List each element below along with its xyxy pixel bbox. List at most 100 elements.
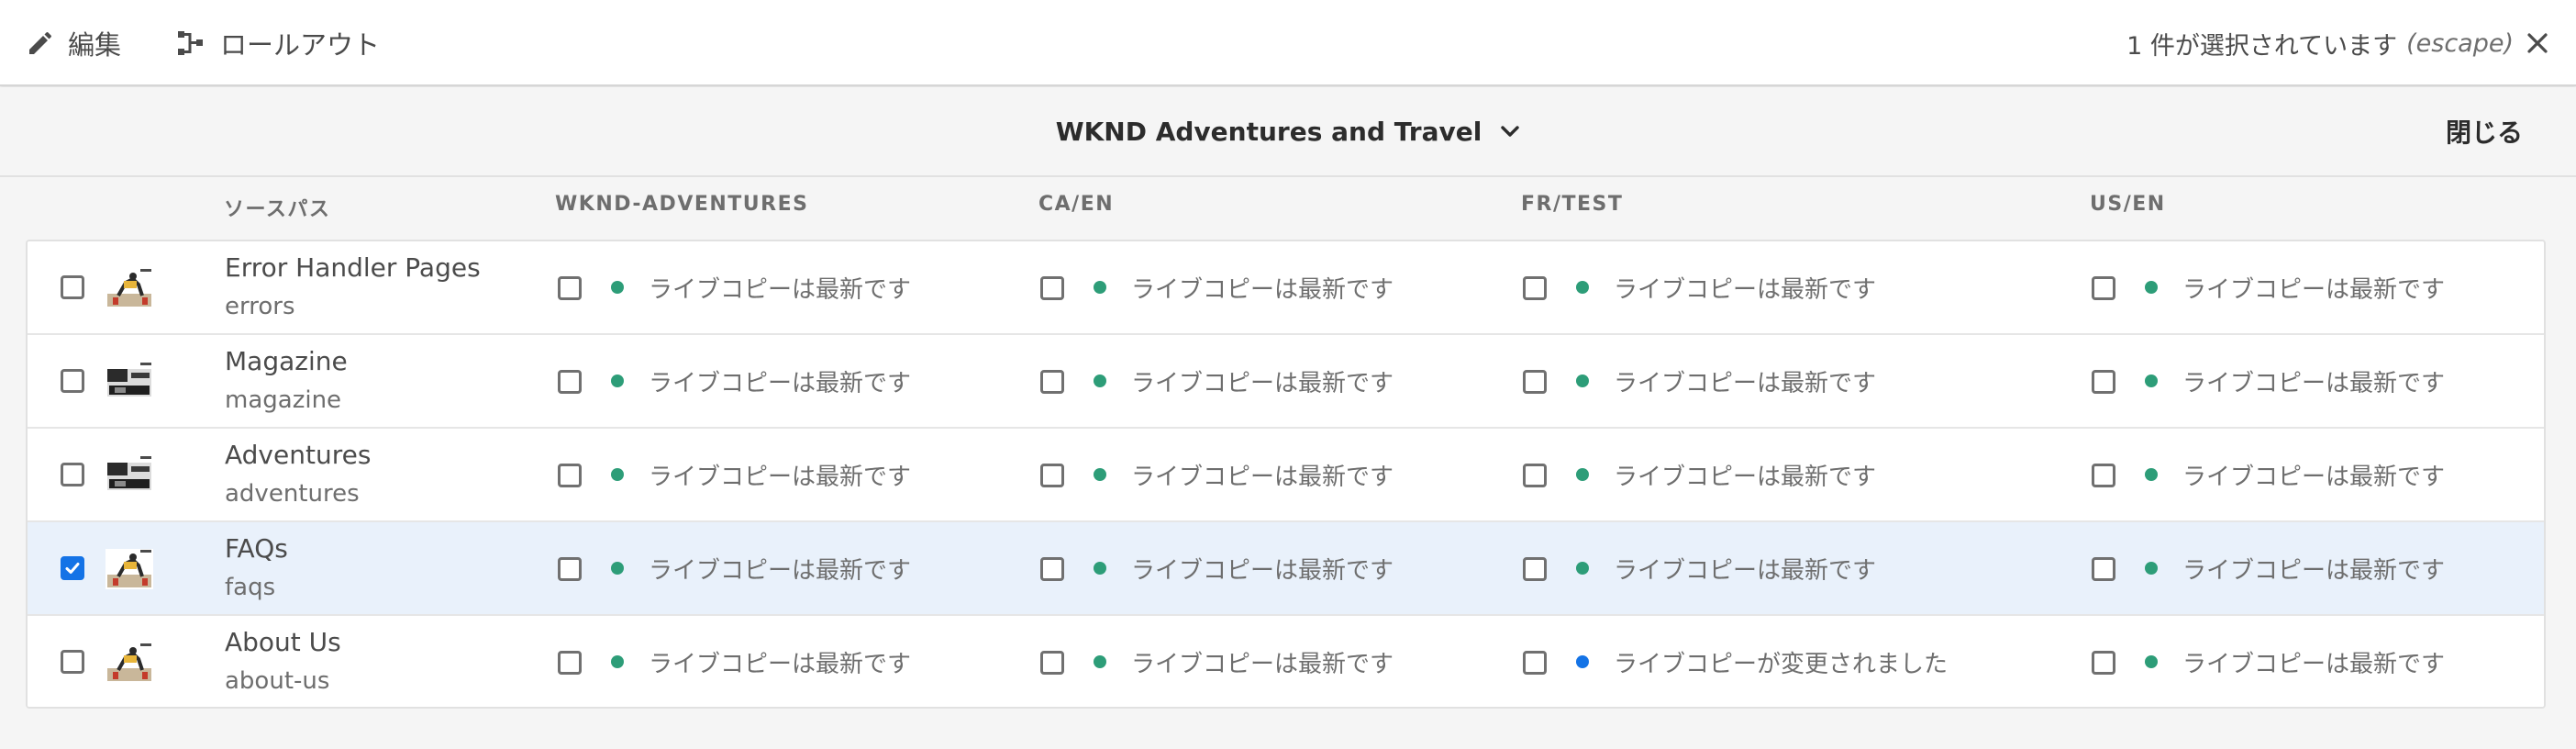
pencil-icon xyxy=(26,29,53,57)
livecopy-checkbox[interactable] xyxy=(558,370,582,394)
livecopy-checkbox[interactable] xyxy=(558,651,582,675)
status-ok-dot-icon xyxy=(1576,281,1589,294)
page-name: Adventures xyxy=(225,440,372,470)
close-button[interactable]: 閉じる xyxy=(2446,87,2523,175)
page-path: about-us xyxy=(225,667,330,695)
status-ok-dot-icon xyxy=(611,655,624,668)
livecopy-status-text: ライブコピーは最新です xyxy=(1614,556,1877,585)
livecopy-status-text: ライブコピーは最新です xyxy=(649,463,912,491)
chevron-down-icon xyxy=(1500,125,1520,138)
table-row[interactable]: Adventures adventures ライブコピーは最新です ライブコピーは最新… xyxy=(28,429,2544,522)
livecopy-status-text: ライブコピーは最新です xyxy=(2182,556,2446,585)
status-ok-dot-icon xyxy=(1094,655,1106,668)
livecopy-checkbox[interactable] xyxy=(1523,651,1547,675)
table-row[interactable]: Error Handler Pages errors ライブコピーは最新です ライブコ… xyxy=(28,241,2544,335)
status-ok-dot-icon xyxy=(1094,281,1106,294)
status-ok-dot-icon xyxy=(611,374,624,387)
livecopy-checkbox[interactable] xyxy=(1040,370,1064,394)
status-ok-dot-icon xyxy=(2145,562,2158,575)
edit-button[interactable]: 編集 xyxy=(26,0,121,86)
livecopy-checkbox[interactable] xyxy=(1523,276,1547,300)
status-ok-dot-icon xyxy=(2145,655,2158,668)
livecopy-checkbox[interactable] xyxy=(558,276,582,300)
livecopy-checkbox[interactable] xyxy=(2092,651,2115,675)
status-ok-dot-icon xyxy=(2145,468,2158,481)
clear-selection-icon[interactable] xyxy=(2526,32,2548,54)
livecopy-checkbox[interactable] xyxy=(2092,464,2115,487)
page-path: adventures xyxy=(225,480,360,508)
rollout-icon xyxy=(174,28,205,59)
blueprint-title-dropdown[interactable]: WKND Adventures and Travel xyxy=(1056,117,1521,147)
edit-label: 編集 xyxy=(68,29,122,61)
livecopy-status: ライブコピーは最新です xyxy=(611,429,911,520)
livecopy-status-text: ライブコピーは最新です xyxy=(1131,275,1394,304)
livecopy-status-text: ライブコピーが変更されました xyxy=(1614,650,1949,678)
row-select-checkbox[interactable] xyxy=(61,650,84,674)
page-path: errors xyxy=(225,293,295,320)
livecopy-checkbox[interactable] xyxy=(1523,557,1547,581)
livecopy-status: ライブコピーが変更されました xyxy=(1576,616,1949,707)
livecopy-checkbox[interactable] xyxy=(558,464,582,487)
rollout-button[interactable]: ロールアウト xyxy=(174,0,380,86)
livecopy-status: ライブコピーは最新です xyxy=(611,522,911,614)
row-select-checkbox[interactable] xyxy=(61,556,84,580)
status-ok-dot-icon xyxy=(611,562,624,575)
page-title: WKND Adventures and Travel xyxy=(1055,116,1482,147)
escape-hint: (escape) xyxy=(2406,28,2514,58)
livecopy-checkbox[interactable] xyxy=(1040,651,1064,675)
livecopy-status-text: ライブコピーは最新です xyxy=(1131,650,1394,678)
livecopy-status-text: ライブコピーは最新です xyxy=(649,369,912,397)
livecopy-checkbox[interactable] xyxy=(1523,370,1547,394)
magazine-thumbnail xyxy=(105,455,153,496)
livecopy-status-text: ライブコピーは最新です xyxy=(649,556,912,585)
livecopy-status-text: ライブコピーは最新です xyxy=(2182,275,2446,304)
status-ok-dot-icon xyxy=(611,468,624,481)
status-ok-dot-icon xyxy=(1576,374,1589,387)
livecopy-status: ライブコピーは最新です xyxy=(1576,429,1876,520)
livecopy-status-text: ライブコピーは最新です xyxy=(2182,463,2446,491)
livecopy-checkbox[interactable] xyxy=(1523,464,1547,487)
title-bar: WKND Adventures and Travel 閉じる xyxy=(0,87,2576,177)
selection-status: 1 件が選択されています (escape) xyxy=(2126,0,2548,86)
selection-count: 1 件が選択されています xyxy=(2126,31,2398,61)
livecopy-status-text: ライブコピーは最新です xyxy=(649,650,912,678)
livecopy-checkbox[interactable] xyxy=(2092,370,2115,394)
status-ok-dot-icon xyxy=(2145,281,2158,294)
livecopy-status: ライブコピーは最新です xyxy=(1094,522,1393,614)
livecopy-checkbox[interactable] xyxy=(558,557,582,581)
livecopy-status-text: ライブコピーは最新です xyxy=(1614,463,1877,491)
column-header-ca-en: CA/EN xyxy=(1038,193,1115,216)
column-header-wknd-adventures: WKND-ADVENTURES xyxy=(555,193,809,216)
row-select-checkbox[interactable] xyxy=(61,275,84,299)
status-ok-dot-icon xyxy=(1094,374,1106,387)
livecopy-checkbox[interactable] xyxy=(1040,276,1064,300)
livecopy-status-text: ライブコピーは最新です xyxy=(2182,369,2446,397)
livecopy-checkbox[interactable] xyxy=(1040,464,1064,487)
livecopy-status: ライブコピーは最新です xyxy=(1094,241,1393,333)
title-dropdown-wrap: WKND Adventures and Travel xyxy=(0,87,2576,175)
page-name: FAQs xyxy=(225,533,288,564)
livecopy-status: ライブコピーは最新です xyxy=(2145,241,2445,333)
livecopy-status-text: ライブコピーは最新です xyxy=(1614,369,1877,397)
table-row[interactable]: Magazine magazine ライブコピーは最新です ライブコピーは最新です ライ… xyxy=(28,335,2544,429)
livecopy-status: ライブコピーは最新です xyxy=(1576,241,1876,333)
cyclist-thumbnail xyxy=(105,643,153,683)
livecopy-status: ライブコピーは最新です xyxy=(611,241,911,333)
rollout-label: ロールアウト xyxy=(220,29,381,61)
table-row[interactable]: FAQs faqs ライブコピーは最新です ライブコピーは最新です ライブコピーは最新で… xyxy=(28,522,2544,616)
column-header-fr-test: FR/TEST xyxy=(1521,193,1624,216)
livecopy-table: Error Handler Pages errors ライブコピーは最新です ライブコ… xyxy=(26,240,2546,709)
table-row[interactable]: About Us about-us ライブコピーは最新です ライブコピーは最新です ライ… xyxy=(28,616,2544,707)
row-select-checkbox[interactable] xyxy=(61,369,84,393)
livecopy-checkbox[interactable] xyxy=(1040,557,1064,581)
row-select-checkbox[interactable] xyxy=(61,463,84,486)
page-name: About Us xyxy=(225,627,341,657)
status-ok-dot-icon xyxy=(1576,468,1589,481)
livecopy-checkbox[interactable] xyxy=(2092,557,2115,581)
page-path: faqs xyxy=(225,574,276,601)
status-ok-dot-icon xyxy=(1094,562,1106,575)
livecopy-status: ライブコピーは最新です xyxy=(2145,429,2445,520)
page-name: Magazine xyxy=(225,346,348,376)
cyclist-thumbnail xyxy=(105,268,153,308)
livecopy-checkbox[interactable] xyxy=(2092,276,2115,300)
